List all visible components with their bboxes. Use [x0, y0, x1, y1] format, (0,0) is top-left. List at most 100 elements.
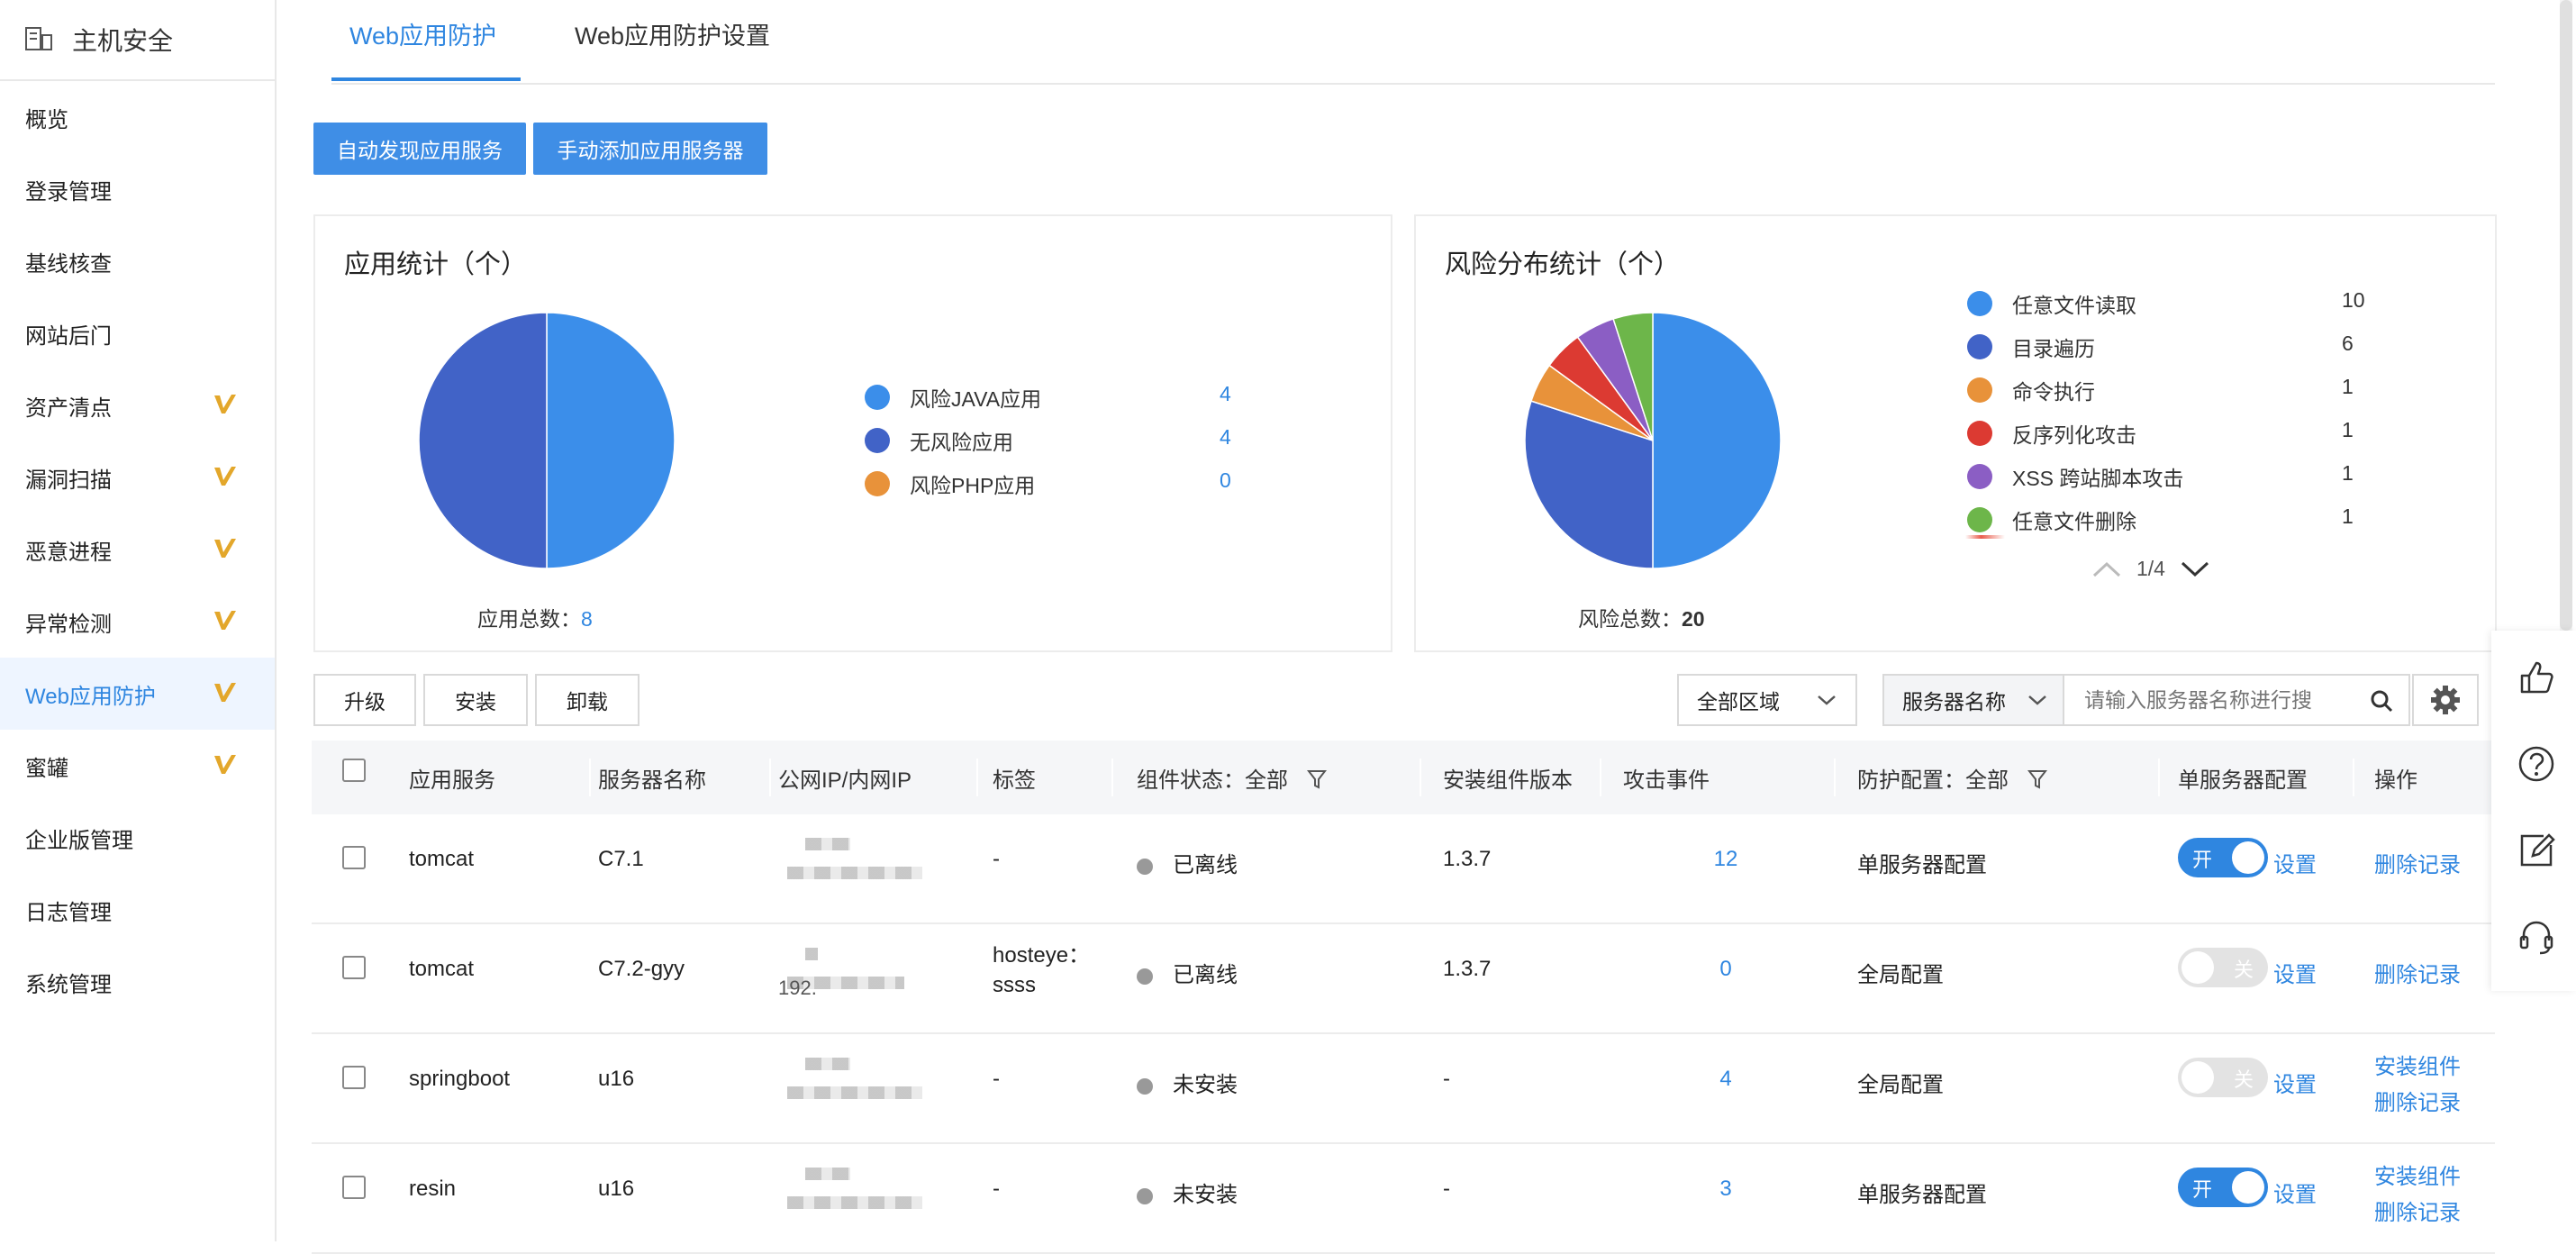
- redacted-text: [805, 1168, 850, 1180]
- status-label: 已离线: [1173, 963, 1238, 987]
- th-tag: 标签: [993, 768, 1036, 793]
- pie-slice[interactable]: [546, 312, 676, 569]
- legend-item[interactable]: 无风险应用: [865, 425, 1013, 456]
- row-checkbox[interactable]: [342, 1066, 366, 1089]
- cell-ip-redacted: 192.: [778, 940, 958, 1004]
- enterprise-badge-icon: [214, 467, 236, 486]
- th-protection-config[interactable]: 防护配置：全部: [1857, 762, 2047, 794]
- server-search-group: 服务器名称: [1882, 674, 2410, 726]
- chevron-up-icon[interactable]: [2091, 559, 2122, 579]
- sidebar-item[interactable]: 基线核查: [0, 225, 275, 297]
- legend-label: 反序列化攻击: [2012, 423, 2136, 447]
- settings-link[interactable]: 设置: [2273, 1067, 2317, 1098]
- table-row: resin u16 - 未安装 - 3 单服务器配置 开 设置 安装组件 删除记录: [312, 1144, 2495, 1254]
- legend-value: 0: [1220, 468, 1231, 492]
- row-checkbox[interactable]: [342, 956, 366, 979]
- attack-count-link[interactable]: 12: [1708, 847, 1744, 872]
- sidebar-item-label: 蜜罐: [25, 756, 68, 781]
- filter-icon[interactable]: [2027, 768, 2047, 790]
- chevron-down-icon: [1818, 695, 1836, 705]
- legend-item[interactable]: 反序列化攻击: [1967, 418, 2136, 449]
- legend-item[interactable]: 目录遍历: [1967, 332, 2095, 362]
- sidebar-item[interactable]: 网站后门: [0, 297, 275, 369]
- delete-record-link[interactable]: 删除记录: [2374, 1195, 2461, 1226]
- table-row: tomcat C7.1 - 已离线 1.3.7 12 单服务器配置 开 设置 删除记录: [312, 814, 2495, 924]
- sidebar-item-label: 概览: [25, 107, 68, 132]
- settings-button[interactable]: [2412, 674, 2479, 726]
- attack-count-link[interactable]: 4: [1708, 1067, 1744, 1092]
- cell-ip-redacted: [778, 831, 958, 894]
- sidebar-item[interactable]: 蜜罐: [0, 730, 275, 802]
- scrollbar-thumb[interactable]: [2560, 0, 2572, 631]
- legend-item[interactable]: XSS 跨站脚本攻击: [1967, 461, 2183, 492]
- search-field-select[interactable]: 服务器名称: [1884, 676, 2064, 724]
- tab-web-protection[interactable]: Web应用防护: [349, 16, 496, 51]
- sidebar-item[interactable]: 日志管理: [0, 874, 275, 946]
- row-checkbox[interactable]: [342, 1176, 366, 1199]
- edit-icon[interactable]: [2517, 831, 2556, 870]
- region-select[interactable]: 全部区域: [1677, 674, 1857, 726]
- legend-item[interactable]: 命令执行: [1967, 375, 2095, 405]
- settings-link[interactable]: 设置: [2273, 957, 2317, 988]
- legend-label: 命令执行: [2012, 380, 2095, 404]
- enterprise-badge-icon: [214, 683, 236, 702]
- single-server-toggle[interactable]: 开: [2178, 838, 2268, 877]
- tab-web-protection-settings[interactable]: Web应用防护设置: [575, 16, 770, 51]
- sidebar-item-label: 基线核查: [25, 251, 112, 277]
- select-all-checkbox[interactable]: [342, 759, 366, 782]
- legend-item[interactable]: 风险JAVA应用: [865, 382, 1041, 413]
- legend-item[interactable]: 任意文件删除: [1967, 504, 2136, 535]
- sidebar-item[interactable]: 登录管理: [0, 153, 275, 225]
- legend-pager: 1/4: [2091, 557, 2210, 581]
- thumbs-up-icon[interactable]: [2517, 658, 2556, 697]
- sidebar-item[interactable]: 资产清点: [0, 369, 275, 441]
- cell-service: springboot: [409, 1067, 511, 1091]
- pie-slice[interactable]: [1652, 312, 1782, 569]
- headset-icon[interactable]: [2517, 917, 2556, 957]
- page-scrollbar[interactable]: [2560, 0, 2572, 631]
- settings-link[interactable]: 设置: [2273, 847, 2317, 878]
- filter-icon[interactable]: [1306, 768, 1327, 790]
- risk-stats-pie: [1524, 312, 1782, 569]
- search-field-select-value: 服务器名称: [1902, 690, 2006, 713]
- single-server-toggle[interactable]: 关: [2178, 1058, 2268, 1097]
- sidebar-item[interactable]: 企业版管理: [0, 802, 275, 874]
- install-component-link[interactable]: 安装组件: [2374, 1159, 2461, 1190]
- legend-label: 任意文件读取: [2012, 294, 2136, 317]
- sidebar-title: 主机安全: [72, 27, 174, 55]
- single-server-toggle[interactable]: 关: [2178, 948, 2268, 987]
- sidebar-item[interactable]: 异常检测: [0, 586, 275, 658]
- status-dot: [1137, 1077, 1153, 1095]
- sidebar-item[interactable]: Web应用防护: [0, 658, 275, 730]
- legend-item[interactable]: 任意文件读取: [1967, 288, 2136, 319]
- help-icon[interactable]: [2517, 744, 2556, 784]
- upgrade-button[interactable]: 升级: [313, 674, 416, 726]
- sidebar-item[interactable]: 恶意进程: [0, 513, 275, 586]
- row-checkbox[interactable]: [342, 846, 366, 869]
- attack-count-link[interactable]: 0: [1708, 957, 1744, 982]
- settings-link[interactable]: 设置: [2273, 1177, 2317, 1208]
- pie-slice[interactable]: [418, 312, 548, 569]
- delete-record-link[interactable]: 删除记录: [2374, 1085, 2461, 1116]
- uninstall-button[interactable]: 卸载: [535, 674, 639, 726]
- search-icon[interactable]: [2369, 688, 2394, 713]
- auto-discover-button[interactable]: 自动发现应用服务: [313, 123, 526, 175]
- sidebar-item[interactable]: 系统管理: [0, 946, 275, 1018]
- install-button[interactable]: 安装: [423, 674, 528, 726]
- manual-add-server-button[interactable]: 手动添加应用服务器: [533, 123, 767, 175]
- table-row: springboot u16 - 未安装 - 4 全局配置 关设置 安装组件 删除记录: [312, 1034, 2495, 1144]
- server-search-input[interactable]: [2082, 686, 2383, 713]
- sidebar-item[interactable]: 漏洞扫描: [0, 441, 275, 513]
- attack-count-link[interactable]: 3: [1708, 1177, 1744, 1202]
- single-server-toggle[interactable]: 开: [2178, 1168, 2268, 1207]
- risk-stats-card: 风险分布统计（个） 任意文件读取 10 目录遍历 6 命令执行 1 反序列化攻击 1 XSS 跨…: [1414, 214, 2497, 652]
- sidebar-item[interactable]: 概览: [0, 81, 275, 153]
- chevron-down-icon[interactable]: [2180, 559, 2210, 579]
- install-component-link[interactable]: 安装组件: [2374, 1049, 2461, 1080]
- legend-label: 风险JAVA应用: [910, 387, 1042, 411]
- col-divider: [1834, 759, 1836, 796]
- delete-record-link[interactable]: 删除记录: [2374, 847, 2461, 878]
- delete-record-link[interactable]: 删除记录: [2374, 957, 2461, 988]
- legend-item[interactable]: 风险PHP应用: [865, 468, 1035, 499]
- th-component-status[interactable]: 组件状态：全部: [1137, 762, 1327, 794]
